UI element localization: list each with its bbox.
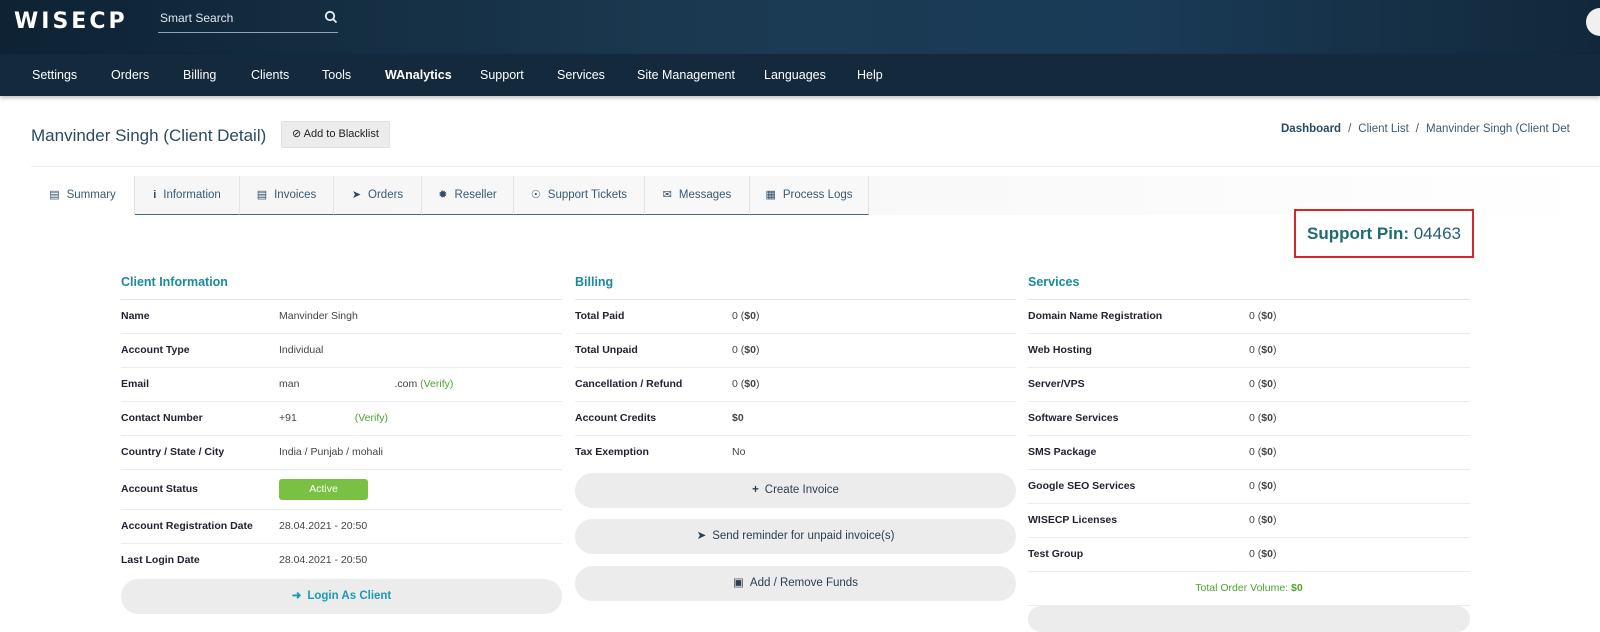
table-row: Total Paid 0 ($0) — [575, 300, 1016, 334]
blacklist-label: Add to Blacklist — [303, 128, 379, 140]
total-unpaid: 0 ($0) — [732, 344, 760, 356]
table-row: Tax Exemption No — [575, 436, 1016, 469]
contact-number: +91 (Verify) — [279, 412, 388, 424]
avatar[interactable] — [1586, 8, 1600, 36]
billing-title: Billing — [575, 270, 1016, 300]
wisecp-logo[interactable]: WISECP — [14, 9, 128, 34]
nav-orders[interactable]: Orders — [111, 54, 149, 96]
services-title: Services — [1028, 270, 1470, 300]
breadcrumb-dashboard[interactable]: Dashboard — [1281, 123, 1341, 135]
services-panel: Services Domain Name Registration 0 ($0) … — [1028, 270, 1470, 632]
table-row: Last Login Date 28.04.2021 - 20:50 — [121, 544, 562, 577]
table-row: Account Credits $0 — [575, 402, 1016, 436]
add-to-blacklist-button[interactable]: ⊘ Add to Blacklist — [281, 121, 390, 148]
main-nav: Settings Orders Billing Clients Tools WA… — [0, 54, 1600, 96]
document-icon: ▤ — [256, 189, 268, 201]
info-icon: i — [153, 189, 157, 201]
tax-exemption: No — [732, 446, 746, 458]
envelope-icon: ✉ — [662, 189, 672, 201]
table-row: Contact Number +91 (Verify) — [121, 402, 562, 436]
tab-invoices[interactable]: ▤ Invoices — [240, 176, 334, 215]
smart-search — [158, 6, 338, 33]
table-row: Domain Name Registration 0 ($0) — [1028, 300, 1470, 334]
nav-support[interactable]: Support — [480, 54, 524, 96]
nav-languages[interactable]: Languages — [764, 54, 826, 96]
total-paid: 0 ($0) — [732, 310, 760, 322]
plus-icon: + — [752, 484, 759, 496]
registration-date: 28.04.2021 - 20:50 — [279, 520, 368, 532]
page-title: Manvinder Singh (Client Detail) — [31, 126, 267, 145]
search-input[interactable] — [158, 8, 310, 28]
tab-summary[interactable]: ▤ Summary — [31, 176, 135, 215]
add-remove-funds-button[interactable]: ▣ Add / Remove Funds — [575, 566, 1016, 601]
last-login-date: 28.04.2021 - 20:50 — [279, 554, 368, 566]
paper-plane-icon: ➤ — [696, 530, 707, 542]
nav-services[interactable]: Services — [557, 54, 605, 96]
table-row: Web Hosting 0 ($0) — [1028, 334, 1470, 368]
table-row: Account Type Individual — [121, 334, 562, 368]
bar-chart-icon: ▤ — [49, 189, 60, 201]
tab-orders[interactable]: ➤ Orders — [334, 176, 422, 215]
table-row: Total Unpaid 0 ($0) — [575, 334, 1016, 368]
nav-wanalytics[interactable]: WAnalytics — [385, 54, 452, 96]
tab-support-tickets[interactable]: ☉ Support Tickets — [514, 176, 645, 215]
tab-messages[interactable]: ✉ Messages — [645, 176, 750, 215]
table-row: Google SEO Services 0 ($0) — [1028, 470, 1470, 504]
tab-process-logs[interactable]: ▦ Process Logs — [750, 176, 869, 215]
calendar-icon: ▦ — [765, 189, 776, 201]
status-badge: Active — [279, 478, 368, 500]
table-row: Cancellation / Refund 0 ($0) — [575, 368, 1016, 402]
breadcrumb-client-list[interactable]: Client List — [1358, 123, 1409, 135]
table-row: Software Services 0 ($0) — [1028, 402, 1470, 436]
support-pin-value: 04463 — [1413, 224, 1461, 243]
nav-settings[interactable]: Settings — [32, 54, 77, 96]
table-row: Email man .com (Verify) — [121, 368, 562, 402]
verify-phone-link[interactable]: (Verify) — [355, 412, 388, 424]
breadcrumb: Dashboard / Client List / Manvinder Singh (C… — [1281, 123, 1570, 135]
create-invoice-button[interactable]: + Create Invoice — [575, 473, 1016, 508]
support-pin-label: Support Pin: — [1307, 224, 1409, 243]
rocket-icon: ➤ — [351, 189, 362, 201]
breadcrumb-current: Manvinder Singh (Client Det — [1425, 123, 1570, 135]
ban-icon: ⊘ — [292, 128, 302, 140]
account-credits: $0 — [732, 412, 744, 424]
table-row: SMS Package 0 ($0) — [1028, 436, 1470, 470]
nav-tools[interactable]: Tools — [322, 54, 351, 96]
table-row: WISECP Licenses 0 ($0) — [1028, 504, 1470, 538]
tab-reseller[interactable]: ✹ Reseller — [422, 176, 514, 215]
client-email: man .com (Verify) — [279, 378, 454, 390]
client-information-title: Client Information — [121, 270, 562, 300]
verify-email-link[interactable]: (Verify) — [420, 378, 453, 390]
services-action-button[interactable] — [1028, 606, 1470, 632]
nav-billing[interactable]: Billing — [183, 54, 216, 96]
account-type: Individual — [279, 344, 324, 356]
badge-icon: ✹ — [438, 189, 448, 201]
tab-information[interactable]: i Information — [135, 176, 240, 215]
divider — [31, 166, 1600, 167]
nav-help[interactable]: Help — [857, 54, 883, 96]
table-row: Account Status Active — [121, 470, 562, 510]
table-row: Account Registration Date 28.04.2021 - 2… — [121, 510, 562, 544]
search-icon[interactable] — [324, 10, 338, 24]
table-row: Server/VPS 0 ($0) — [1028, 368, 1470, 402]
total-order-volume: Total Order Volume: $0 — [1028, 572, 1470, 606]
money-icon: ▣ — [733, 577, 744, 589]
nav-site-management[interactable]: Site Management — [637, 54, 735, 96]
sign-in-icon: ➜ — [291, 590, 302, 602]
support-pin: Support Pin: 04463 — [1294, 209, 1474, 258]
client-information-panel: Client Information Name Manvinder Singh … — [121, 270, 562, 614]
lifebuoy-icon: ☉ — [530, 189, 541, 201]
login-as-client-button[interactable]: ➜ Login As Client — [121, 579, 562, 614]
top-header: WISECP — [0, 0, 1600, 54]
table-row: Country / State / City India / Punjab / … — [121, 436, 562, 470]
table-row: Test Group 0 ($0) — [1028, 538, 1470, 572]
client-location: India / Punjab / mohali — [279, 446, 383, 458]
table-row: Name Manvinder Singh — [121, 300, 562, 334]
send-reminder-button[interactable]: ➤ Send reminder for unpaid invoice(s) — [575, 519, 1016, 554]
client-name: Manvinder Singh — [279, 310, 358, 322]
nav-clients[interactable]: Clients — [251, 54, 289, 96]
cancellation-refund: 0 ($0) — [732, 378, 760, 390]
billing-panel: Billing Total Paid 0 ($0) Total Unpaid 0… — [575, 270, 1016, 601]
